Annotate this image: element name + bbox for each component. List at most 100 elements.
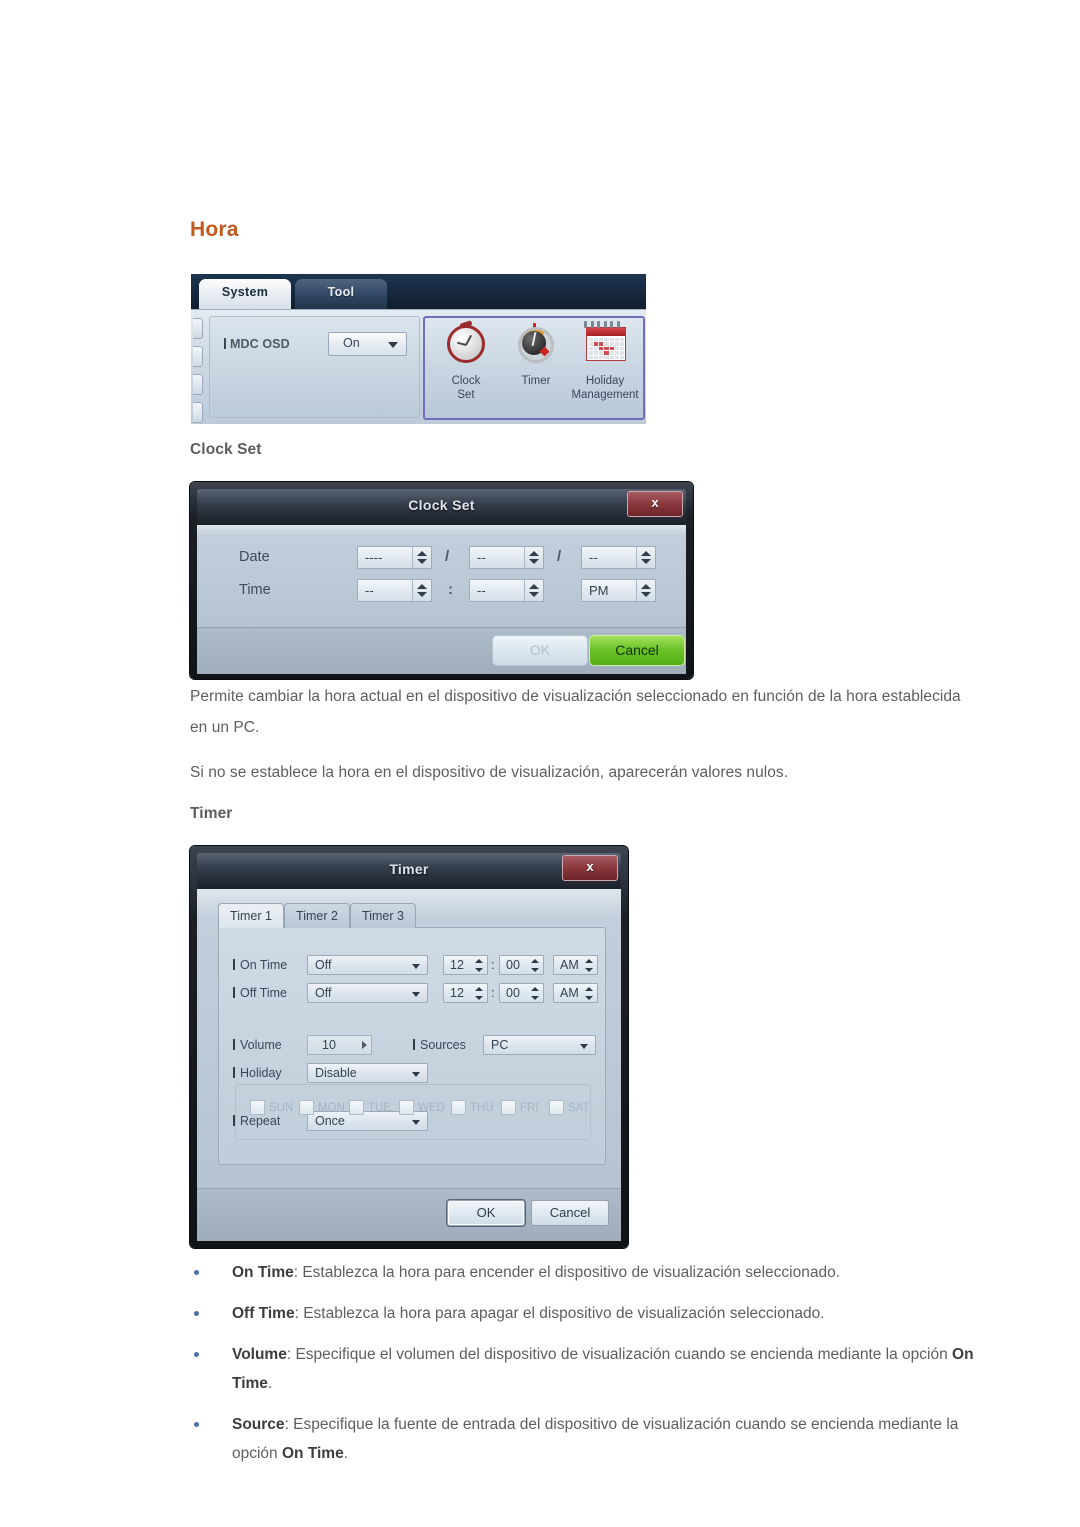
date-month-value: -- bbox=[477, 550, 486, 565]
off-time-minute-spinner[interactable]: 00 bbox=[499, 983, 544, 1003]
on-time-colon: : bbox=[491, 957, 495, 972]
clock-ok-button[interactable]: OK bbox=[492, 635, 588, 666]
ribbon-stub bbox=[193, 318, 203, 339]
tab-timer-3[interactable]: Timer 3 bbox=[350, 903, 416, 928]
spinner-arrows-icon[interactable] bbox=[585, 985, 595, 1002]
tab-timer-2[interactable]: Timer 2 bbox=[284, 903, 350, 928]
label-tick-icon bbox=[233, 1067, 235, 1078]
tab-system[interactable]: System bbox=[199, 279, 291, 309]
timer-options-list: On Time: Establezca la hora para encende… bbox=[190, 1258, 1000, 1480]
spinner-arrows-icon[interactable] bbox=[412, 547, 431, 568]
spinner-arrows-icon[interactable] bbox=[475, 985, 485, 1002]
timer-footer: OK Cancel bbox=[197, 1188, 621, 1241]
date-separator-1: / bbox=[445, 548, 450, 565]
spinner-arrows-icon[interactable] bbox=[475, 957, 485, 974]
off-time-minute-value: 00 bbox=[506, 986, 520, 1000]
weekday-checkbox-group: SUN MON TUE WED THU FRI SAT bbox=[235, 1084, 591, 1140]
timer-ok-button[interactable]: OK bbox=[446, 1199, 526, 1227]
bullet-icon bbox=[194, 1270, 199, 1275]
ribbon-button-label: Timer bbox=[521, 375, 551, 387]
clock-set-footer: OK Cancel bbox=[197, 627, 686, 674]
time-hour-value: -- bbox=[365, 583, 374, 598]
list-item-text: : Establezca la hora para encender el di… bbox=[293, 1264, 841, 1281]
chevron-down-icon bbox=[412, 992, 420, 997]
off-time-hour-spinner[interactable]: 12 bbox=[443, 983, 488, 1003]
label-tick-icon bbox=[233, 987, 235, 998]
off-time-meridiem-spinner[interactable]: AM bbox=[553, 983, 598, 1003]
date-year-spinner[interactable]: ---- bbox=[357, 546, 432, 569]
checkbox-icon[interactable] bbox=[399, 1100, 414, 1115]
clock-cancel-button[interactable]: Cancel bbox=[589, 635, 685, 666]
time-separator: : bbox=[448, 581, 453, 598]
checkbox-icon[interactable] bbox=[451, 1100, 466, 1115]
close-icon[interactable]: x bbox=[562, 855, 618, 881]
on-time-label: On Time bbox=[233, 958, 287, 972]
list-item-text: : Especifique el volumen del dispositivo… bbox=[286, 1346, 953, 1363]
checkbox-icon[interactable] bbox=[349, 1100, 364, 1115]
on-time-minute-spinner[interactable]: 00 bbox=[499, 955, 544, 975]
on-time-hour-value: 12 bbox=[450, 958, 464, 972]
spinner-arrows-icon[interactable] bbox=[524, 547, 543, 568]
volume-value: 10 bbox=[322, 1038, 336, 1052]
mdc-osd-dropdown[interactable]: On bbox=[328, 332, 407, 356]
spinner-arrows-icon[interactable] bbox=[585, 957, 595, 974]
checkbox-icon[interactable] bbox=[299, 1100, 314, 1115]
checkbox-icon[interactable] bbox=[549, 1100, 564, 1115]
time-meridiem-spinner[interactable]: PM bbox=[581, 579, 656, 602]
timer-tab-panel: On Time Off 12 : 00 AM Off Time Off 12:… bbox=[218, 927, 606, 1165]
sources-dropdown[interactable]: PC bbox=[483, 1035, 596, 1055]
off-time-label: Off Time bbox=[233, 986, 287, 1000]
date-day-spinner[interactable]: -- bbox=[581, 546, 656, 569]
volume-stepper[interactable]: 10 bbox=[307, 1035, 372, 1055]
tab-tool[interactable]: Tool bbox=[295, 279, 387, 309]
checkbox-icon[interactable] bbox=[501, 1100, 516, 1115]
ribbon-button-timer[interactable]: Timer bbox=[501, 322, 571, 388]
checkbox-icon[interactable] bbox=[250, 1100, 265, 1115]
list-item-text-2: . bbox=[267, 1375, 273, 1392]
timer-tabstrip: Timer 1 Timer 2 Timer 3 bbox=[218, 903, 606, 928]
date-month-spinner[interactable]: -- bbox=[469, 546, 544, 569]
chevron-down-icon bbox=[580, 1044, 588, 1049]
time-label: Time bbox=[239, 582, 271, 598]
on-time-state-dropdown[interactable]: Off bbox=[307, 955, 428, 975]
ribbon-button-clock-set[interactable]: Clock Set bbox=[431, 320, 501, 402]
spinner-arrows-icon[interactable] bbox=[636, 580, 655, 601]
spinner-arrows-icon[interactable] bbox=[531, 985, 541, 1002]
ribbon-button-label-2: Management bbox=[571, 389, 639, 401]
tab-timer-1[interactable]: Timer 1 bbox=[218, 903, 284, 928]
clock-set-body: Date Time ---- / -- / -- -- : -- PM bbox=[197, 525, 686, 627]
on-time-meridiem-spinner[interactable]: AM bbox=[553, 955, 598, 975]
date-separator-2: / bbox=[557, 548, 562, 565]
sources-label: Sources bbox=[413, 1038, 466, 1052]
off-time-hour-value: 12 bbox=[450, 986, 464, 1000]
checkbox-label: MON bbox=[318, 1102, 345, 1114]
time-minute-spinner[interactable]: -- bbox=[469, 579, 544, 602]
clock-set-dialog: Clock Set x Date Time ---- / -- / -- -- … bbox=[190, 482, 693, 679]
checkbox-label: WED bbox=[418, 1102, 445, 1114]
chevron-right-icon[interactable] bbox=[362, 1041, 367, 1049]
ribbon-body: MDC OSD On Clock Set Timer Holiday Manag… bbox=[191, 309, 646, 424]
checkbox-label: SAT bbox=[568, 1102, 590, 1114]
page-title: Hora bbox=[190, 218, 239, 241]
timer-body: Timer 1 Timer 2 Timer 3 On Time Off 12 :… bbox=[197, 889, 621, 1188]
holiday-dropdown[interactable]: Disable bbox=[307, 1063, 428, 1083]
ribbon-stub bbox=[193, 402, 203, 423]
timer-cancel-button[interactable]: Cancel bbox=[531, 1200, 609, 1226]
mdc-ribbon-screenshot: System Tool MDC OSD On Clock Set Timer H… bbox=[191, 274, 646, 424]
spinner-arrows-icon[interactable] bbox=[636, 547, 655, 568]
spinner-arrows-icon[interactable] bbox=[412, 580, 431, 601]
ribbon-group-time: Clock Set Timer Holiday Management bbox=[423, 316, 645, 420]
on-time-hour-spinner[interactable]: 12 bbox=[443, 955, 488, 975]
spinner-arrows-icon[interactable] bbox=[531, 957, 541, 974]
spinner-arrows-icon[interactable] bbox=[524, 580, 543, 601]
close-icon[interactable]: x bbox=[627, 491, 683, 517]
label-tick-icon bbox=[224, 338, 226, 349]
timer-title: Timer bbox=[389, 861, 429, 877]
calendar-icon bbox=[582, 321, 628, 370]
label-tick-icon bbox=[233, 959, 235, 970]
list-item-text-2: . bbox=[343, 1445, 349, 1462]
time-hour-spinner[interactable]: -- bbox=[357, 579, 432, 602]
ribbon-button-holiday-management[interactable]: Holiday Management bbox=[567, 321, 643, 402]
document-page: Hora System Tool MDC OSD On Clock Set Ti… bbox=[0, 0, 1080, 1527]
off-time-state-dropdown[interactable]: Off bbox=[307, 983, 428, 1003]
